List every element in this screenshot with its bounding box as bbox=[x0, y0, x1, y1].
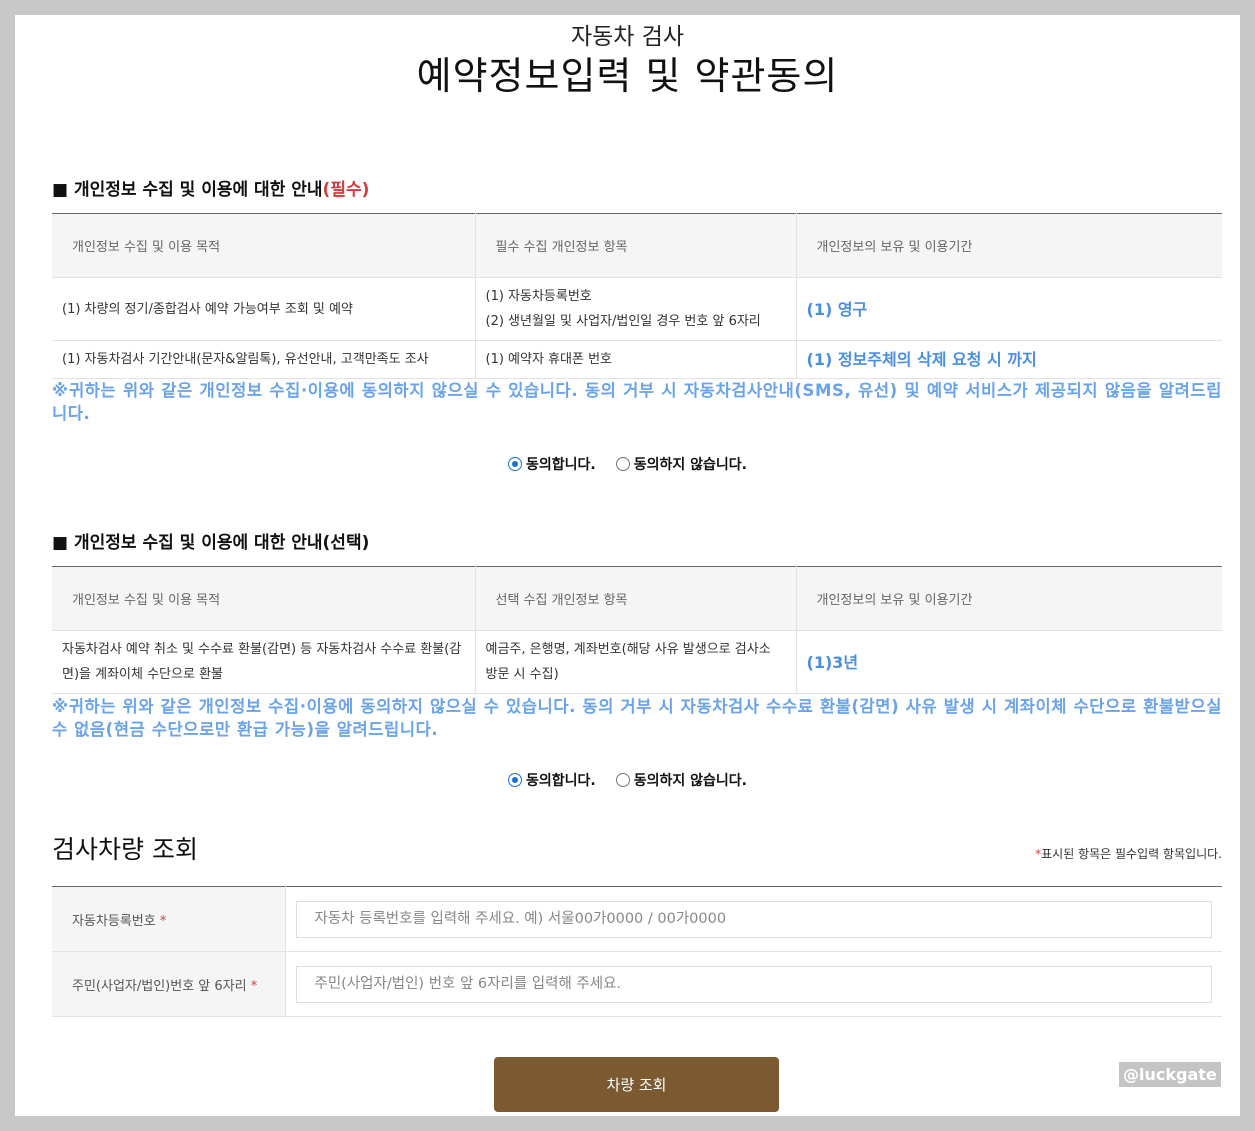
items-cell: (1) 예약자 휴대폰 번호 bbox=[475, 340, 797, 379]
radio-label: 동의하지 않습니다. bbox=[633, 457, 747, 473]
field-label: 주민(사업자/법인)번호 앞 6자리 * bbox=[52, 951, 286, 1017]
required-star: * bbox=[159, 913, 167, 929]
page-title: 예약정보입력 및 약관동의 bbox=[416, 54, 839, 98]
radio-unselected-icon[interactable] bbox=[615, 457, 630, 471]
agree-radio[interactable]: 동의합니다. bbox=[508, 770, 596, 790]
required-note: *표시된 항목은 필수입력 항목입니다. bbox=[1035, 845, 1222, 862]
radio-unselected-icon[interactable] bbox=[615, 773, 630, 787]
radio-label: 동의합니다. bbox=[526, 773, 596, 789]
table-row: (1) 자동차검사 기간안내(문자&알림톡), 유선안내, 고객만족도 조사 (… bbox=[52, 340, 1222, 379]
required-consent-radios: 동의합니다. 동의하지 않습니다. bbox=[15, 454, 1240, 474]
radio-label: 동의합니다. bbox=[526, 457, 596, 473]
optional-consent-notice: ※귀하는 위와 같은 개인정보 수집·이용에 동의하지 않으실 수 있습니다. … bbox=[52, 697, 1222, 739]
table-row: (1) 차량의 정기/종합검사 예약 가능여부 조회 및 예약 (1) 자동차등… bbox=[52, 277, 1222, 341]
radio-label: 동의하지 않습니다. bbox=[633, 773, 747, 789]
column-header: 개인정보의 보유 및 이용기간 bbox=[796, 213, 1222, 278]
required-consent-notice: ※귀하는 위와 같은 개인정보 수집·이용에 동의하지 않으실 수 있습니다. … bbox=[52, 381, 1222, 423]
section-heading-text: ■ 개인정보 수집 및 이용에 대한 안내 bbox=[52, 180, 323, 200]
column-header: 개인정보 수집 및 이용 목적 bbox=[52, 213, 476, 278]
vehicle-lookup-form: 자동차등록번호 * 주민(사업자/법인)번호 앞 6자리 * bbox=[52, 886, 1222, 1017]
required-tag: (필수) bbox=[322, 180, 370, 200]
period-cell: (1) 영구 bbox=[796, 277, 1222, 341]
section-required-heading: ■ 개인정보 수집 및 이용에 대한 안내(필수) bbox=[52, 175, 369, 200]
lookup-title: 검사차량 조회 bbox=[52, 835, 198, 864]
optional-consent-radios: 동의합니다. 동의하지 않습니다. bbox=[15, 770, 1240, 790]
vehicle-lookup-button[interactable]: 차량 조회 bbox=[494, 1057, 779, 1112]
table-header-row: 개인정보 수집 및 이용 목적 선택 수집 개인정보 항목 개인정보의 보유 및… bbox=[52, 566, 1222, 631]
disagree-radio[interactable]: 동의하지 않습니다. bbox=[615, 454, 747, 474]
item-line: (2) 생년월일 및 사업자/법인일 경우 번호 앞 6자리 bbox=[485, 314, 761, 329]
required-note-text: 표시된 항목은 필수입력 항목입니다. bbox=[1041, 847, 1222, 861]
agree-radio[interactable]: 동의합니다. bbox=[508, 454, 596, 474]
field-cell bbox=[285, 951, 1222, 1017]
registration-number-input[interactable] bbox=[295, 900, 1212, 938]
page: 자동차 검사 예약정보입력 및 약관동의 ■ 개인정보 수집 및 이용에 대한 … bbox=[15, 15, 1240, 1116]
field-label: 자동차등록번호 * bbox=[52, 886, 286, 952]
field-cell bbox=[285, 886, 1222, 952]
watermark: @luckgate bbox=[1119, 1062, 1221, 1087]
section-optional-heading: ■ 개인정보 수집 및 이용에 대한 안내(선택) bbox=[52, 533, 370, 553]
radio-selected-icon[interactable] bbox=[508, 457, 523, 471]
column-header: 필수 수집 개인정보 항목 bbox=[475, 213, 797, 278]
id-number-input[interactable] bbox=[295, 965, 1212, 1003]
form-row: 자동차등록번호 * bbox=[52, 886, 1222, 952]
period-cell: (1) 정보주체의 삭제 요청 시 까지 bbox=[796, 340, 1222, 379]
period-cell: (1)3년 bbox=[796, 630, 1222, 694]
column-header: 선택 수집 개인정보 항목 bbox=[475, 566, 797, 631]
purpose-cell: (1) 차량의 정기/종합검사 예약 가능여부 조회 및 예약 bbox=[52, 277, 476, 341]
column-header: 개인정보 수집 및 이용 목적 bbox=[52, 566, 476, 631]
field-label-text: 주민(사업자/법인)번호 앞 6자리 bbox=[72, 978, 247, 994]
table-header-row: 개인정보 수집 및 이용 목적 필수 수집 개인정보 항목 개인정보의 보유 및… bbox=[52, 213, 1222, 278]
table-row: 자동차검사 예약 취소 및 수수료 환불(감면) 등 자동차검사 수수료 환불(… bbox=[52, 630, 1222, 694]
radio-selected-icon[interactable] bbox=[508, 773, 523, 787]
purpose-cell: 자동차검사 예약 취소 및 수수료 환불(감면) 등 자동차검사 수수료 환불(… bbox=[52, 630, 476, 694]
disagree-radio[interactable]: 동의하지 않습니다. bbox=[615, 770, 747, 790]
column-header: 개인정보의 보유 및 이용기간 bbox=[796, 566, 1222, 631]
items-cell: (1) 자동차등록번호 (2) 생년월일 및 사업자/법인일 경우 번호 앞 6… bbox=[475, 277, 797, 341]
purpose-cell: (1) 자동차검사 기간안내(문자&알림톡), 유선안내, 고객만족도 조사 bbox=[52, 340, 476, 379]
optional-terms-table: 개인정보 수집 및 이용 목적 선택 수집 개인정보 항목 개인정보의 보유 및… bbox=[52, 566, 1222, 694]
form-row: 주민(사업자/법인)번호 앞 6자리 * bbox=[52, 951, 1222, 1017]
item-line: (1) 자동차등록번호 bbox=[485, 289, 592, 304]
field-label-text: 자동차등록번호 bbox=[72, 913, 156, 929]
required-star: * bbox=[250, 978, 258, 994]
required-terms-table: 개인정보 수집 및 이용 목적 필수 수집 개인정보 항목 개인정보의 보유 및… bbox=[52, 213, 1222, 379]
items-cell: 예금주, 은행명, 계좌번호(해당 사유 발생으로 검사소 방문 시 수집) bbox=[475, 630, 797, 694]
